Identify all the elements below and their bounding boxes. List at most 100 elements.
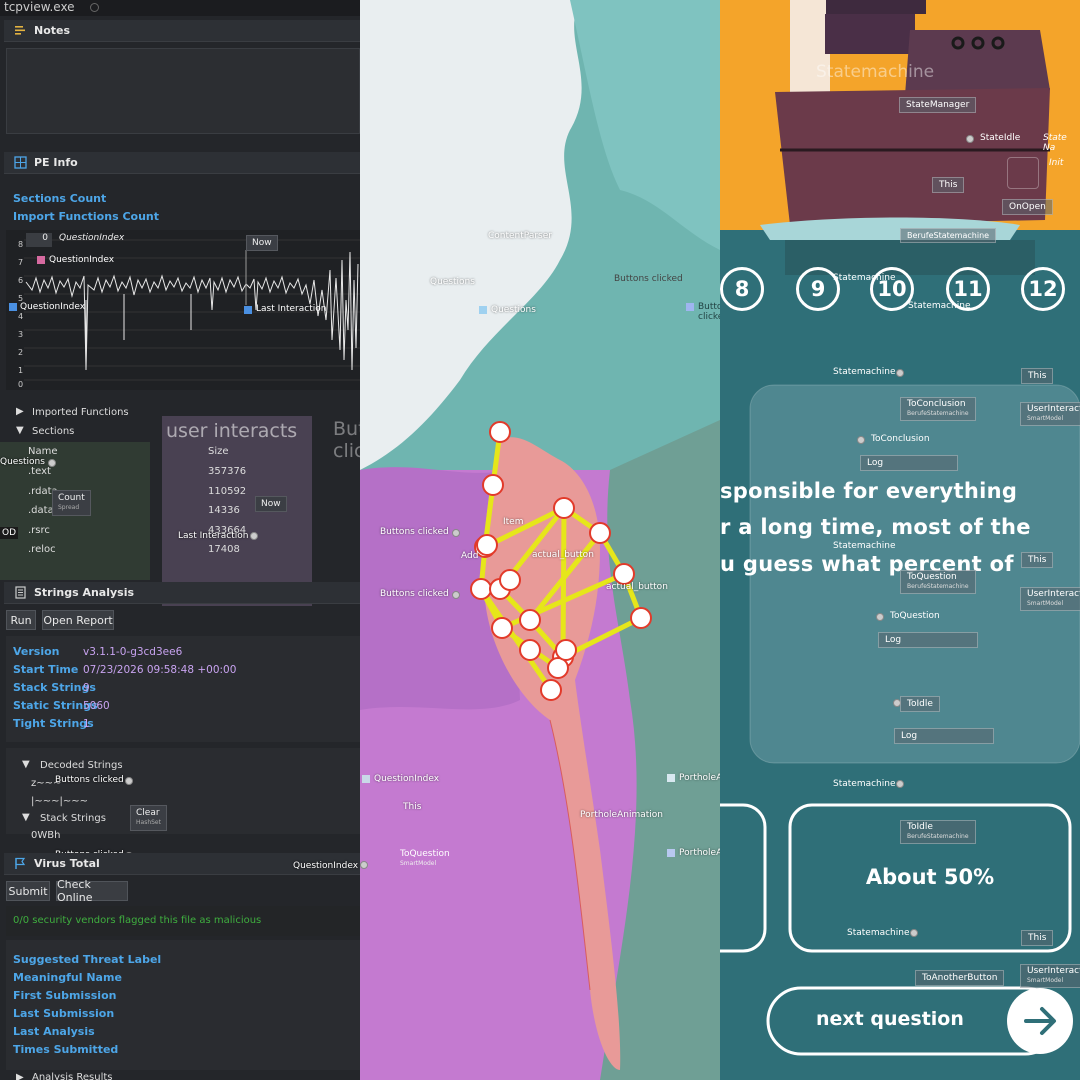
porthole-port-2[interactable] (667, 849, 675, 857)
run-button[interactable]: Run (6, 610, 36, 630)
to-question-label-2: ToQuestion (890, 611, 940, 621)
next-question-button[interactable]: next question (816, 1008, 964, 1030)
submit-button[interactable]: Submit (6, 881, 50, 901)
value-box[interactable]: 0 (26, 233, 52, 247)
notes-title: Notes (34, 24, 71, 37)
item-label: Item (503, 517, 524, 527)
question-index-label: QuestionIndex (59, 233, 125, 243)
to-question-port[interactable] (360, 861, 368, 869)
question-number-8[interactable]: 8 (720, 267, 764, 311)
state-idle-label: StateIdle (980, 133, 1021, 143)
this-node-2[interactable]: This (1021, 552, 1054, 568)
analysis-results-toggle[interactable]: Analysis Results (32, 1072, 113, 1080)
to-question-port[interactable] (876, 613, 884, 621)
now-node-2[interactable]: Now (255, 496, 287, 512)
question-number-10[interactable]: 10 (870, 267, 914, 311)
this-node-1[interactable]: This (1021, 368, 1054, 384)
this-node-top[interactable]: This (932, 177, 965, 193)
check-online-button[interactable]: Check Online (56, 878, 128, 904)
to-idle-node[interactable]: ToIdle (900, 696, 940, 712)
user-interact-title: UserInteract (1027, 589, 1080, 599)
state-manager-node[interactable]: StateManager (899, 97, 977, 113)
window-title: tcpview.exe (4, 0, 75, 14)
question-text: sponsible for everything r a long time, … (720, 475, 1080, 585)
now-node[interactable]: Now (246, 235, 278, 251)
this-node[interactable]: This (403, 802, 421, 812)
stack-strings-toggle[interactable]: Stack Strings (40, 813, 106, 824)
close-tab-icon[interactable] (90, 3, 99, 12)
on-open-node[interactable]: OnOpen (1002, 199, 1053, 215)
expand-arrow-icon[interactable]: ▶ (16, 406, 24, 417)
user-interact-node-3[interactable]: UserInteract SmartModel (1020, 964, 1080, 988)
to-question-title: ToQuestion (907, 572, 957, 582)
clear-sub: HashSet (136, 819, 161, 826)
statemachine-label-4: Statemachine (847, 928, 910, 938)
clear-node[interactable]: Clear HashSet (130, 805, 167, 831)
y-tick: 1 (18, 366, 24, 375)
user-interact-node-1[interactable]: UserInteract SmartModel (1020, 402, 1080, 426)
berufe-statemachine-node[interactable]: BerufeStatemachine (900, 228, 997, 243)
pe-info-header[interactable]: PE Info (4, 152, 360, 174)
user-interact-sub: SmartModel (1027, 415, 1064, 422)
answer-option[interactable]: About 50% (790, 865, 1070, 889)
od-label: OD (0, 527, 19, 539)
last-interaction-port (244, 306, 252, 314)
log-node-2[interactable]: Log (878, 632, 978, 648)
y-tick: 0 (18, 380, 24, 389)
row-name: .data (28, 505, 54, 516)
buttons-clicked-b: Buttons clicked (380, 589, 449, 599)
buttons-clicked-port[interactable] (686, 303, 694, 311)
notes-textarea[interactable] (6, 48, 360, 134)
porthole-port-1[interactable] (667, 774, 675, 782)
expand-arrow-icon[interactable]: ▶ (16, 1072, 24, 1080)
notes-header[interactable]: Notes (4, 20, 360, 42)
arrow-right-icon[interactable] (1007, 988, 1073, 1054)
grid-icon (14, 156, 27, 169)
sections-toggle[interactable]: Sections (32, 426, 74, 437)
version-label: Version (13, 645, 60, 658)
questions-port[interactable] (48, 459, 56, 467)
y-tick: 2 (18, 348, 24, 357)
statemachine-port-4[interactable] (910, 929, 918, 937)
vt-field-label: First Submission (13, 989, 117, 1002)
this-node-3[interactable]: This (1021, 930, 1054, 946)
init-slot-icon[interactable] (1007, 157, 1039, 189)
collapse-arrow-icon[interactable]: ▼ (16, 425, 24, 436)
question-number-9[interactable]: 9 (796, 267, 840, 311)
strings-analysis-header[interactable]: Strings Analysis (4, 582, 360, 604)
questions-label-2: Questions (491, 305, 536, 315)
to-conclusion-port[interactable] (857, 436, 865, 444)
question-index-port[interactable] (362, 775, 370, 783)
count-node[interactable]: Count Spread (52, 490, 91, 516)
y-tick: 6 (18, 276, 24, 285)
imported-functions-toggle[interactable]: Imported Functions (32, 407, 129, 418)
question-number-11[interactable]: 11 (946, 267, 990, 311)
decoded-strings-toggle[interactable]: Decoded Strings (40, 760, 123, 771)
statemachine-port-1[interactable] (896, 369, 904, 377)
user-interact-node-2[interactable]: UserInteract SmartModel (1020, 587, 1080, 611)
questions-port[interactable] (479, 306, 487, 314)
to-another-button-node[interactable]: ToAnotherButton (915, 970, 1005, 986)
buttons-clicked-a-port[interactable] (452, 529, 460, 537)
collapse-arrow-icon[interactable]: ▼ (22, 759, 30, 770)
collapse-arrow-icon[interactable]: ▼ (22, 812, 30, 823)
flag-icon (15, 857, 26, 869)
to-question-node[interactable]: ToQuestion SmartModel (400, 846, 450, 868)
to-conclusion-node[interactable]: ToConclusion BerufeStatemachine (900, 397, 976, 421)
log-node-3[interactable]: Log (894, 728, 994, 744)
state-idle-port[interactable] (966, 135, 974, 143)
vt-field-label: Meaningful Name (13, 971, 122, 984)
vt-field-label: Last Analysis (13, 1025, 95, 1038)
to-idle-node-2[interactable]: ToIdle BerufeStatemachine (900, 820, 976, 844)
question-number-12[interactable]: 12 (1021, 267, 1065, 311)
log-node-1[interactable]: Log (860, 455, 958, 471)
vt-field-label: Times Submitted (13, 1043, 119, 1056)
actual-button-label-1: actual_button (532, 550, 594, 560)
to-question-node[interactable]: ToQuestion BerufeStatemachine (900, 570, 976, 594)
last-interaction-port-2[interactable] (250, 532, 258, 540)
statemachine-port-3[interactable] (896, 780, 904, 788)
buttons-clicked-b-port[interactable] (452, 591, 460, 599)
vt-fields: Suggested Threat Label Meaningful Name F… (6, 940, 360, 1070)
buttons-clicked-port-1[interactable] (125, 777, 133, 785)
open-report-button[interactable]: Open Report (42, 610, 114, 630)
